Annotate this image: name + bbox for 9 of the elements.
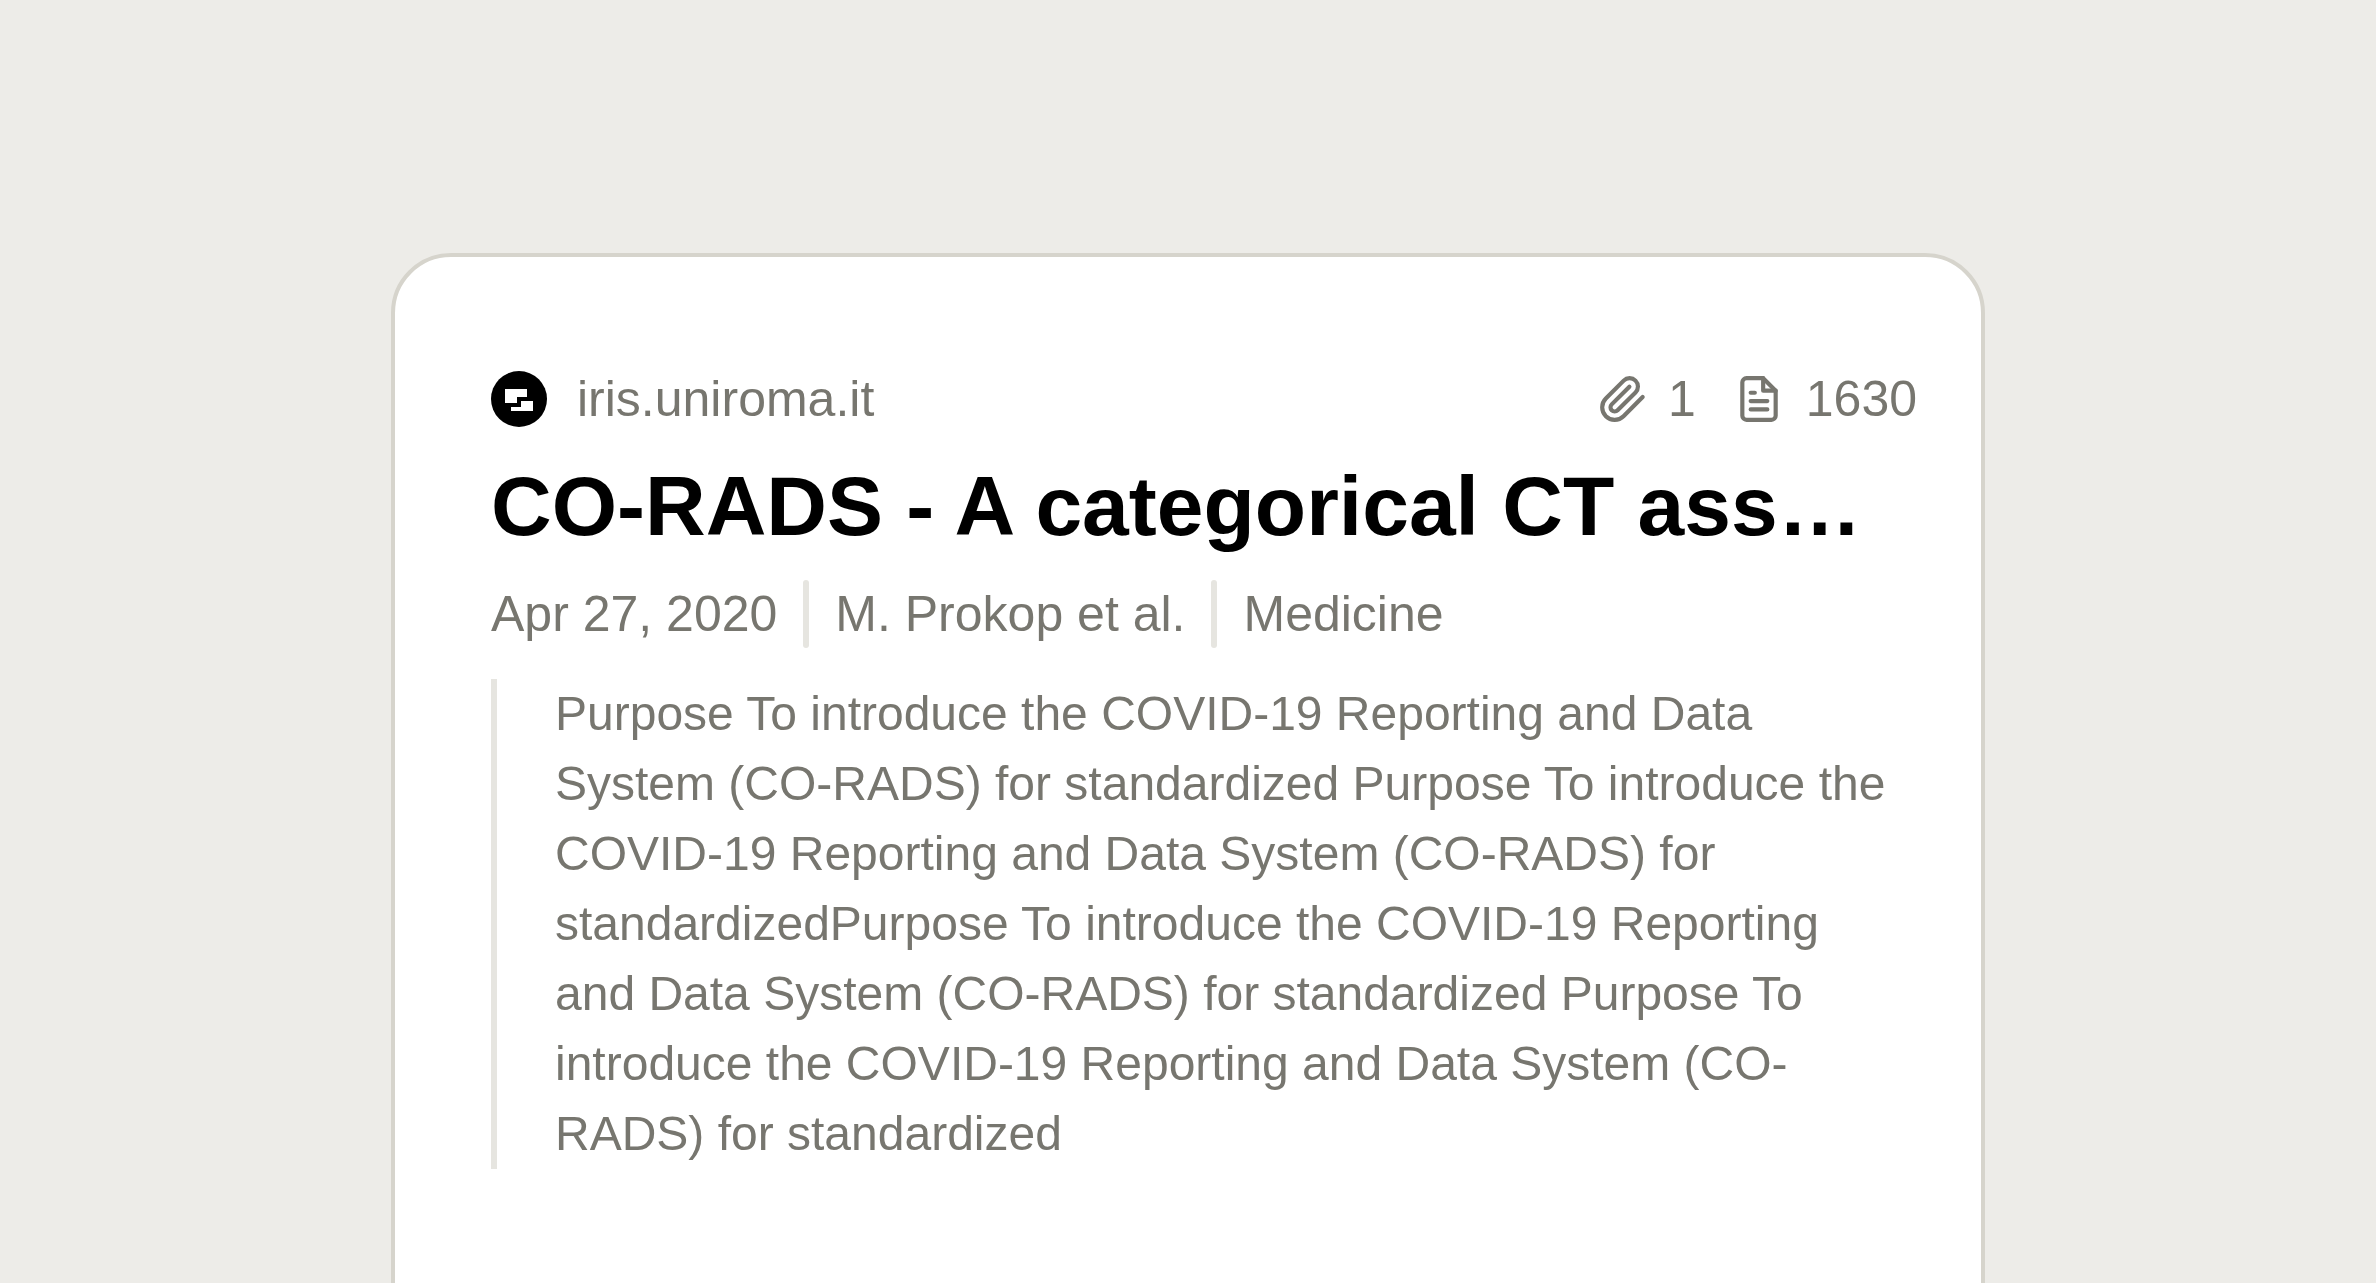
source-domain: iris.uniroma.it	[577, 369, 875, 429]
paper-title[interactable]: CO-RADS - A categorical CT ass…	[491, 451, 1917, 561]
meta-text: Apr 27, 2020	[491, 584, 778, 644]
abstract-text: Purpose To introduce the COVID-19 Reporting and Data System (CO-RADS) for standardized Purpose To introduce the COVID-19 Reporting and Data System (CO-RADS) for standardizedPurpose To introduce the COVID-19 Reporting and Data System (CO-RADS) for standardized Purpose To introduce the COVID-19 Reporting and Data System (CO-RADS) for standardized	[555, 686, 1887, 1162]
meta-text: Medicine	[1243, 584, 1444, 644]
attachment-count: 1	[1667, 369, 1696, 429]
paperclip-icon	[1597, 374, 1648, 424]
meta-text: M. Prokop et al.	[835, 584, 1186, 644]
page-count: 1630	[1805, 369, 1917, 429]
